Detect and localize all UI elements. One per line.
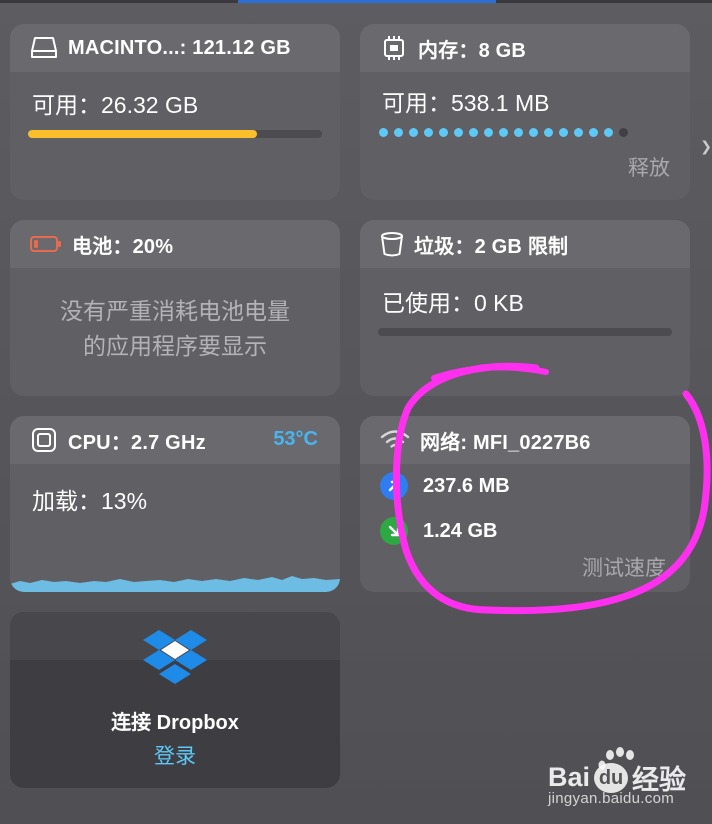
memory-dot	[424, 128, 433, 137]
cpu-widget: CPU：2.7 GHz 53°C 加载：13%	[10, 416, 340, 592]
disk-header: MACINTO...: 121.12 GB	[10, 24, 340, 72]
memory-dot	[604, 128, 613, 137]
memory-dot	[409, 128, 418, 137]
active-window-strip	[238, 0, 496, 3]
disk-available: 可用：26.32 GB	[32, 92, 199, 118]
memory-release-button[interactable]: 释放	[628, 152, 670, 182]
disk-title: MACINTO...: 121.12 GB	[68, 36, 291, 59]
cpu-load-graph	[10, 576, 340, 592]
memory-dot	[499, 128, 508, 137]
trash-icon	[380, 231, 404, 257]
memory-chip-icon	[380, 35, 408, 61]
memory-pressure-dots	[379, 128, 628, 137]
edge-chevron-icon: ❯	[700, 138, 712, 154]
memory-dot	[484, 128, 493, 137]
cpu-chip-icon	[30, 426, 58, 454]
trash-header: 垃圾：2 GB 限制	[360, 220, 690, 268]
memory-dot	[454, 128, 463, 137]
memory-dot	[619, 128, 628, 137]
dropbox-connect-label: 连接 Dropbox	[111, 712, 239, 734]
battery-title: 电池：20%	[72, 235, 174, 258]
memory-dot	[589, 128, 598, 137]
memory-dot	[544, 128, 553, 137]
memory-dot	[394, 128, 403, 137]
annotation-circle	[392, 362, 711, 615]
watermark-du-icon: du	[594, 762, 629, 793]
dropbox-login-link[interactable]: 登录	[10, 740, 340, 770]
battery-icon	[30, 235, 62, 253]
memory-dot	[559, 128, 568, 137]
window-top-edge	[0, 0, 712, 3]
hard-drive-icon	[30, 36, 58, 60]
dropbox-logo-icon	[143, 630, 207, 684]
memory-dot	[439, 128, 448, 137]
disk-usage-bar	[28, 130, 322, 138]
battery-message-line2: 的应用程序要显示	[83, 333, 267, 359]
battery-message: 没有严重消耗电池电量 的应用程序要显示	[10, 294, 340, 364]
disk-widget: MACINTO...: 121.12 GB 可用：26.32 GB	[10, 24, 340, 200]
cpu-load: 加载：13%	[32, 488, 148, 514]
disk-usage-fill	[28, 130, 258, 138]
memory-title: 内存：8 GB	[418, 39, 527, 62]
watermark-site: jingyan.baidu.com	[548, 790, 675, 807]
cpu-temperature: 53°C	[273, 428, 318, 450]
memory-dot	[514, 128, 523, 137]
memory-dot	[574, 128, 583, 137]
cpu-title: CPU：2.7 GHz	[68, 431, 206, 454]
battery-header: 电池：20%	[10, 220, 340, 268]
memory-dot	[529, 128, 538, 137]
trash-used: 已使用：0 KB	[382, 290, 524, 316]
memory-available: 可用：538.1 MB	[382, 90, 550, 116]
memory-widget: 内存：8 GB 可用：538.1 MB 释放	[360, 24, 690, 200]
battery-message-line1: 没有严重消耗电池电量	[60, 298, 290, 324]
memory-dot	[379, 128, 388, 137]
battery-widget: 电池：20% 没有严重消耗电池电量 的应用程序要显示	[10, 220, 340, 396]
memory-dot	[469, 128, 478, 137]
memory-header: 内存：8 GB	[360, 24, 690, 72]
trash-title: 垃圾：2 GB 限制	[414, 235, 569, 258]
watermark-brand-text: Bai	[548, 762, 591, 792]
dropbox-widget: 连接 Dropbox 登录	[10, 612, 340, 788]
trash-usage-bar	[378, 328, 672, 336]
